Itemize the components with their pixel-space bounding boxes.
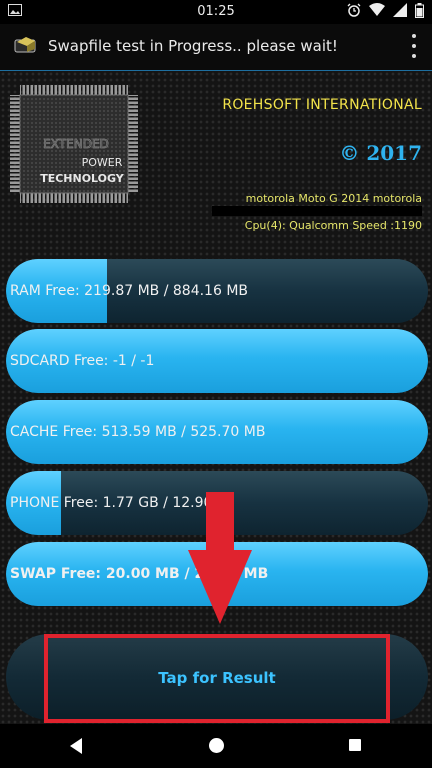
ram-meter-label: RAM Free: 219.87 MB / 884.16 MB [10,283,248,299]
app-bar-title: Swapfile test in Progress.. please wait! [48,37,338,55]
tap-for-result-button[interactable]: Tap for Result [44,634,390,723]
sdcard-meter-label: SDCARD Free: -1 / -1 [10,353,155,369]
phone-meter-label: PHONE Free: 1.77 GB / 12.90 [10,495,213,511]
recent-apps-icon[interactable] [349,739,361,751]
home-icon[interactable] [209,738,224,753]
cache-meter[interactable]: CACHE Free: 513.59 MB / 525.70 MB [6,400,428,464]
red-down-arrow-icon [188,492,252,624]
chip-line-technology: TECHNOLOGY [40,172,125,185]
chip-line-extended: EXTENDED [43,137,109,151]
app-bar: Swapfile test in Progress.. please wait! [0,24,432,71]
cache-meter-label: CACHE Free: 513.59 MB / 525.70 MB [10,424,266,440]
status-bar: 01:25 [0,0,432,24]
device-info: motorola Moto G 2014 motorola [245,192,422,205]
brand-name: ROEHSOFT INTERNATIONAL [222,97,422,113]
sdcard-meter[interactable]: SDCARD Free: -1 / -1 [6,329,428,393]
signal-icon [393,3,407,17]
alarm-icon [347,3,361,17]
wifi-icon [369,3,385,16]
back-icon[interactable] [68,737,84,755]
cpu-info: Cpu(4): Qualcomm Speed :1190 [244,219,422,232]
overflow-menu-icon[interactable] [410,34,418,58]
status-icons [347,3,424,18]
main-content: EXTENDED POWER TECHNOLOGY ROEHSOFT INTER… [0,71,432,724]
ram-meter[interactable]: RAM Free: 219.87 MB / 884.16 MB [6,259,428,323]
app-logo-icon [14,37,36,53]
copyright-year: © 2017 [339,141,422,165]
system-nav-bar [0,724,432,768]
battery-icon [415,3,424,18]
cpu-chip-logo: EXTENDED POWER TECHNOLOGY [10,85,138,203]
chip-line-power: POWER [82,156,123,169]
divider-bar [212,206,422,216]
